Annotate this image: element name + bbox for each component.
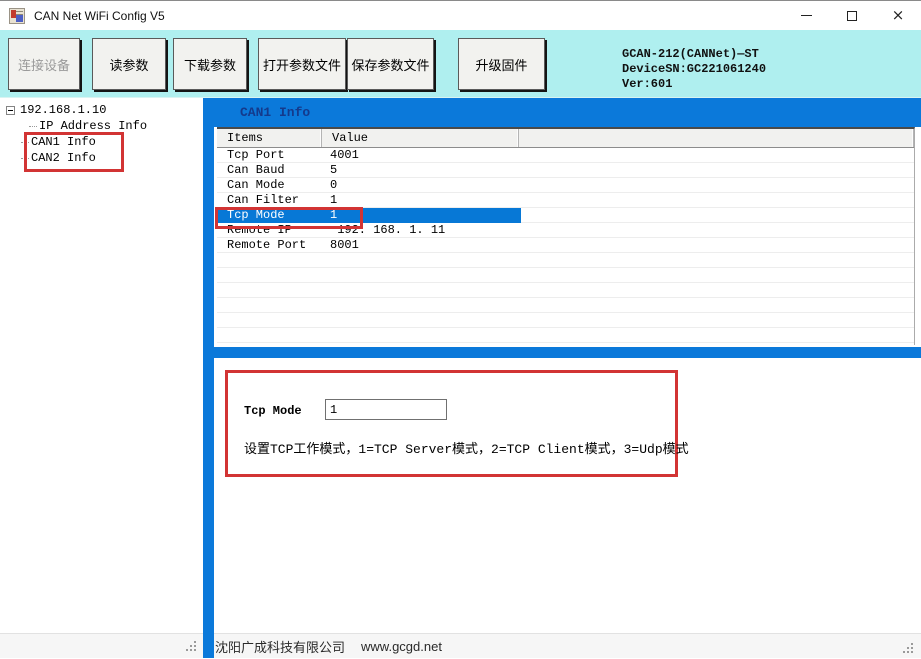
- device-model: GCAN-212(CANNet)—ST: [622, 47, 766, 62]
- cell-value: 4001: [322, 148, 519, 163]
- cell-value: 1: [322, 208, 519, 223]
- app-icon: [9, 8, 25, 24]
- tree-root-label: 192.168.1.10: [20, 103, 106, 117]
- cell-item: Remote Port: [217, 238, 322, 253]
- tree-branch-icon: [21, 142, 29, 143]
- status-text: 沈阳广成科技有限公司 www.gcgd.net: [215, 634, 442, 659]
- cell-item: Can Baud: [217, 163, 322, 178]
- close-icon: ×: [892, 8, 905, 23]
- upgrade-firmware-button[interactable]: 升级固件: [458, 38, 545, 90]
- window-controls: ×: [783, 1, 921, 31]
- cell-item: Tcp Port: [217, 148, 322, 163]
- minimize-icon: [801, 15, 812, 16]
- tree-item-label: IP Address Info: [39, 118, 147, 134]
- cell-value: 5: [322, 163, 519, 178]
- tree-children: IP Address Info CAN1 Info CAN2 Info: [0, 118, 197, 166]
- params-table: Items Value Tcp Port 4001 Can Baud 5 Can…: [217, 127, 915, 345]
- company-name: 沈阳广成科技有限公司: [215, 637, 345, 656]
- tcp-mode-input[interactable]: [325, 399, 447, 420]
- download-params-button[interactable]: 下载参数: [173, 38, 247, 90]
- read-params-button[interactable]: 读参数: [92, 38, 166, 90]
- title-bar: CAN Net WiFi Config V5 ×: [0, 0, 921, 30]
- detail-annotation-red-box: [225, 370, 678, 477]
- tree-item-label: CAN1 Info: [31, 134, 96, 150]
- horizontal-divider: [214, 347, 921, 358]
- tcp-mode-label: Tcp Mode: [244, 404, 302, 418]
- tree-item-can2-info[interactable]: CAN2 Info: [0, 150, 197, 166]
- tcp-mode-description: 设置TCP工作模式，1=TCP Server模式，2=TCP Client模式，…: [244, 438, 689, 457]
- cell-item: Can Mode: [217, 178, 322, 193]
- status-bar: 沈阳广成科技有限公司 www.gcgd.net: [0, 633, 921, 658]
- main-panel: CAN1 Info Items Value Tcp Port 4001 Can …: [214, 98, 921, 633]
- device-version: Ver:601: [622, 77, 766, 92]
- column-header-value[interactable]: Value: [322, 129, 519, 147]
- table-body: Tcp Port 4001 Can Baud 5 Can Mode 0 Can …: [217, 148, 914, 345]
- column-header-items[interactable]: Items: [217, 129, 322, 147]
- tree-root-node[interactable]: 192.168.1.10: [6, 103, 106, 117]
- maximize-icon: [847, 11, 857, 21]
- toolbar: 连接设备 读参数 下载参数 打开参数文件 保存参数文件 升级固件 GCAN-21…: [0, 30, 921, 98]
- device-info: GCAN-212(CANNet)—ST DeviceSN:GC221061240…: [622, 47, 766, 92]
- cell-value: 1: [322, 193, 519, 208]
- detail-panel: Tcp Mode 设置TCP工作模式，1=TCP Server模式，2=TCP …: [214, 358, 921, 633]
- cell-value: 0: [322, 178, 519, 193]
- device-tree-panel: 192.168.1.10 IP Address Info CAN1 Info C…: [0, 98, 197, 633]
- website-link: www.gcgd.net: [361, 639, 442, 654]
- table-row-remote-ip[interactable]: Remote IP 192. 168. 1. 11: [217, 223, 914, 238]
- table-row-remote-port[interactable]: Remote Port 8001: [217, 238, 914, 253]
- resize-grip-left[interactable]: [186, 641, 188, 643]
- tree-branch-icon: [29, 126, 37, 127]
- table-row-tcp-port[interactable]: Tcp Port 4001: [217, 148, 914, 163]
- column-header-empty[interactable]: [519, 129, 914, 147]
- tree-item-label: CAN2 Info: [31, 150, 96, 166]
- table-row-can-filter[interactable]: Can Filter 1: [217, 193, 914, 208]
- table-header: Items Value: [217, 129, 914, 148]
- maximize-button[interactable]: [829, 1, 875, 31]
- table-row-can-mode[interactable]: Can Mode 0: [217, 178, 914, 193]
- cell-item: Remote IP: [217, 223, 322, 238]
- minimize-button[interactable]: [783, 1, 829, 31]
- save-params-file-button[interactable]: 保存参数文件: [347, 38, 434, 90]
- cell-item: Tcp Mode: [217, 208, 322, 223]
- collapse-icon[interactable]: [6, 106, 15, 115]
- tree-item-can1-info[interactable]: CAN1 Info: [0, 134, 197, 150]
- connect-device-button[interactable]: 连接设备: [8, 38, 80, 90]
- panel-splitter[interactable]: [203, 98, 214, 658]
- cell-value: 8001: [322, 238, 519, 253]
- resize-grip-corner[interactable]: [903, 643, 905, 645]
- cell-item: Can Filter: [217, 193, 322, 208]
- section-caption: CAN1 Info: [214, 98, 921, 127]
- tree-item-ip-address-info[interactable]: IP Address Info: [0, 118, 197, 134]
- open-params-file-button[interactable]: 打开参数文件: [258, 38, 346, 90]
- window-title: CAN Net WiFi Config V5: [34, 9, 165, 23]
- close-button[interactable]: ×: [875, 1, 921, 31]
- device-serial: DeviceSN:GC221061240: [622, 62, 766, 77]
- table-row-tcp-mode-selected[interactable]: Tcp Mode 1: [217, 208, 914, 223]
- cell-value: 192. 168. 1. 11: [322, 223, 519, 238]
- table-row-can-baud[interactable]: Can Baud 5: [217, 163, 914, 178]
- tree-branch-icon: [21, 158, 29, 159]
